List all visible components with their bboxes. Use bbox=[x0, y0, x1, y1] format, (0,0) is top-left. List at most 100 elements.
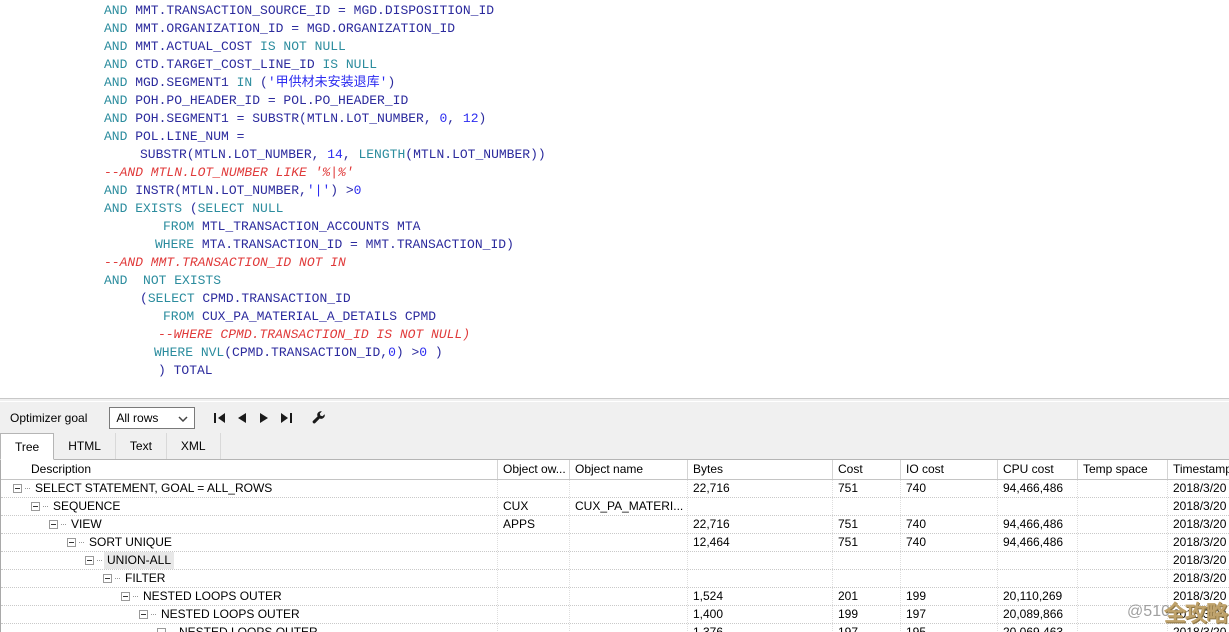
sql-line: (SELECT CPMD.TRANSACTION_ID bbox=[0, 290, 1229, 308]
tree-collapse-icon[interactable] bbox=[157, 628, 166, 632]
cell-name bbox=[570, 606, 688, 623]
plan-grid-header: DescriptionObject ow...Object nameBytesC… bbox=[1, 460, 1229, 480]
plan-operation-label: UNION-ALL bbox=[104, 552, 174, 569]
plan-operation-label: NESTED LOOPS OUTER bbox=[140, 588, 285, 605]
cell-temp bbox=[1078, 534, 1168, 551]
cell-cpu: 94,466,486 bbox=[998, 534, 1078, 551]
column-header-temp[interactable]: Temp space bbox=[1078, 460, 1168, 479]
tree-collapse-icon[interactable] bbox=[139, 610, 148, 619]
execution-plan-grid: DescriptionObject ow...Object nameBytesC… bbox=[0, 460, 1229, 632]
tab-text[interactable]: Text bbox=[116, 433, 167, 459]
sql-line: FROM CUX_PA_MATERIAL_A_DETAILS CPMD bbox=[0, 308, 1229, 326]
cell-name bbox=[570, 552, 688, 569]
tab-xml[interactable]: XML bbox=[167, 433, 221, 459]
plan-tree-row[interactable]: VIEWAPPS22,71675174094,466,4862018/3/20 … bbox=[1, 516, 1229, 534]
column-header-bytes[interactable]: Bytes bbox=[688, 460, 833, 479]
tab-tree[interactable]: Tree bbox=[0, 433, 54, 460]
cell-desc: UNION-ALL bbox=[1, 552, 498, 569]
cell-ts: 2018/3/20 ... bbox=[1168, 588, 1229, 605]
cell-owner bbox=[498, 606, 570, 623]
tree-collapse-icon[interactable] bbox=[49, 520, 58, 529]
sql-line: --AND MMT.TRANSACTION_ID NOT IN bbox=[0, 254, 1229, 272]
tree-collapse-icon[interactable] bbox=[103, 574, 112, 583]
tree-collapse-icon[interactable] bbox=[121, 592, 130, 601]
last-record-icon[interactable] bbox=[275, 408, 297, 428]
previous-record-icon[interactable] bbox=[231, 408, 253, 428]
cell-io bbox=[901, 552, 998, 569]
sql-line: FROM MTL_TRANSACTION_ACCOUNTS MTA bbox=[0, 218, 1229, 236]
column-header-desc[interactable]: Description bbox=[1, 460, 498, 479]
sql-line: AND MGD.SEGMENT1 IN ('甲供材未安装退库') bbox=[0, 74, 1229, 92]
plan-tree-row[interactable]: NESTED LOOPS OUTER1,52420119920,110,2692… bbox=[1, 588, 1229, 606]
plan-tree-row[interactable]: NESTED LOOPS OUTER1,37619719520,069,4632… bbox=[1, 624, 1229, 632]
record-nav-group bbox=[209, 408, 297, 428]
plan-tree-row[interactable]: FILTER 2018/3/20 ... bbox=[1, 570, 1229, 588]
cell-owner: CUX bbox=[498, 498, 570, 515]
tree-connector bbox=[133, 596, 138, 597]
sql-line: AND MMT.ORGANIZATION_ID = MGD.ORGANIZATI… bbox=[0, 20, 1229, 38]
cell-io bbox=[901, 498, 998, 515]
cell-name bbox=[570, 624, 688, 632]
cell-temp bbox=[1078, 570, 1168, 587]
column-header-cpu[interactable]: CPU cost bbox=[998, 460, 1078, 479]
column-header-ts[interactable]: Timestamp bbox=[1168, 460, 1229, 479]
cell-cost: 751 bbox=[833, 516, 901, 533]
cell-bytes: 22,716 bbox=[688, 516, 833, 533]
cell-name: CUX_PA_MATERI... bbox=[570, 498, 688, 515]
cell-io: 740 bbox=[901, 480, 998, 497]
cell-io: 195 bbox=[901, 624, 998, 632]
optimizer-goal-label: Optimizer goal bbox=[10, 411, 87, 425]
cell-bytes bbox=[688, 552, 833, 569]
tree-connector bbox=[61, 524, 66, 525]
sql-line: WHERE NVL(CPMD.TRANSACTION_ID,0) >0 ) bbox=[0, 344, 1229, 362]
cell-cpu bbox=[998, 552, 1078, 569]
sql-line: AND INSTR(MTLN.LOT_NUMBER,'|') >0 bbox=[0, 182, 1229, 200]
cell-desc: SORT UNIQUE bbox=[1, 534, 498, 551]
cell-temp bbox=[1078, 480, 1168, 497]
cell-cost bbox=[833, 570, 901, 587]
plan-grid-body: SELECT STATEMENT, GOAL = ALL_ROWS22,7167… bbox=[1, 480, 1229, 632]
optimizer-goal-select[interactable]: All rows bbox=[109, 407, 195, 429]
cell-ts: 2018/3/20 ... bbox=[1168, 570, 1229, 587]
tree-collapse-icon[interactable] bbox=[67, 538, 76, 547]
next-record-icon[interactable] bbox=[253, 408, 275, 428]
plan-tree-row[interactable]: SEQUENCECUXCUX_PA_MATERI...2018/3/20 ... bbox=[1, 498, 1229, 516]
cell-cost: 199 bbox=[833, 606, 901, 623]
cell-cost bbox=[833, 498, 901, 515]
cell-cost: 751 bbox=[833, 480, 901, 497]
plan-tree-row[interactable]: SORT UNIQUE12,46475174094,466,4862018/3/… bbox=[1, 534, 1229, 552]
tree-connector bbox=[25, 488, 30, 489]
tree-connector bbox=[43, 506, 48, 507]
cell-name bbox=[570, 480, 688, 497]
cell-bytes bbox=[688, 498, 833, 515]
tree-collapse-icon[interactable] bbox=[13, 484, 22, 493]
cell-cpu: 20,069,463 bbox=[998, 624, 1078, 632]
cell-name bbox=[570, 516, 688, 533]
column-header-cost[interactable]: Cost bbox=[833, 460, 901, 479]
tab-html[interactable]: HTML bbox=[54, 433, 116, 459]
sql-line: WHERE MTA.TRANSACTION_ID = MMT.TRANSACTI… bbox=[0, 236, 1229, 254]
sql-line: AND EXISTS (SELECT NULL bbox=[0, 200, 1229, 218]
tree-collapse-icon[interactable] bbox=[31, 502, 40, 511]
cell-io: 199 bbox=[901, 588, 998, 605]
cell-cost: 201 bbox=[833, 588, 901, 605]
cell-owner bbox=[498, 480, 570, 497]
plan-tree-row[interactable]: NESTED LOOPS OUTER1,40019919720,089,8662… bbox=[1, 606, 1229, 624]
column-header-owner[interactable]: Object ow... bbox=[498, 460, 570, 479]
sql-line: SUBSTR(MTLN.LOT_NUMBER, 14, LENGTH(MTLN.… bbox=[0, 146, 1229, 164]
column-header-io[interactable]: IO cost bbox=[901, 460, 998, 479]
plan-tree-row[interactable]: SELECT STATEMENT, GOAL = ALL_ROWS22,7167… bbox=[1, 480, 1229, 498]
first-record-icon[interactable] bbox=[209, 408, 231, 428]
cell-desc: SELECT STATEMENT, GOAL = ALL_ROWS bbox=[1, 480, 498, 497]
cell-bytes: 1,524 bbox=[688, 588, 833, 605]
cell-ts: 2018/3/20 ... bbox=[1168, 534, 1229, 551]
cell-desc: FILTER bbox=[1, 570, 498, 587]
cell-desc: SEQUENCE bbox=[1, 498, 498, 515]
wrench-icon[interactable] bbox=[307, 408, 329, 428]
sql-line: AND MMT.ACTUAL_COST IS NOT NULL bbox=[0, 38, 1229, 56]
plan-tree-row[interactable]: UNION-ALL2018/3/20 ... bbox=[1, 552, 1229, 570]
sql-editor[interactable]: AND MMT.TRANSACTION_SOURCE_ID = MGD.DISP… bbox=[0, 0, 1229, 398]
tree-collapse-icon[interactable] bbox=[85, 556, 94, 565]
cell-desc: NESTED LOOPS OUTER bbox=[1, 624, 498, 632]
column-header-name[interactable]: Object name bbox=[570, 460, 688, 479]
